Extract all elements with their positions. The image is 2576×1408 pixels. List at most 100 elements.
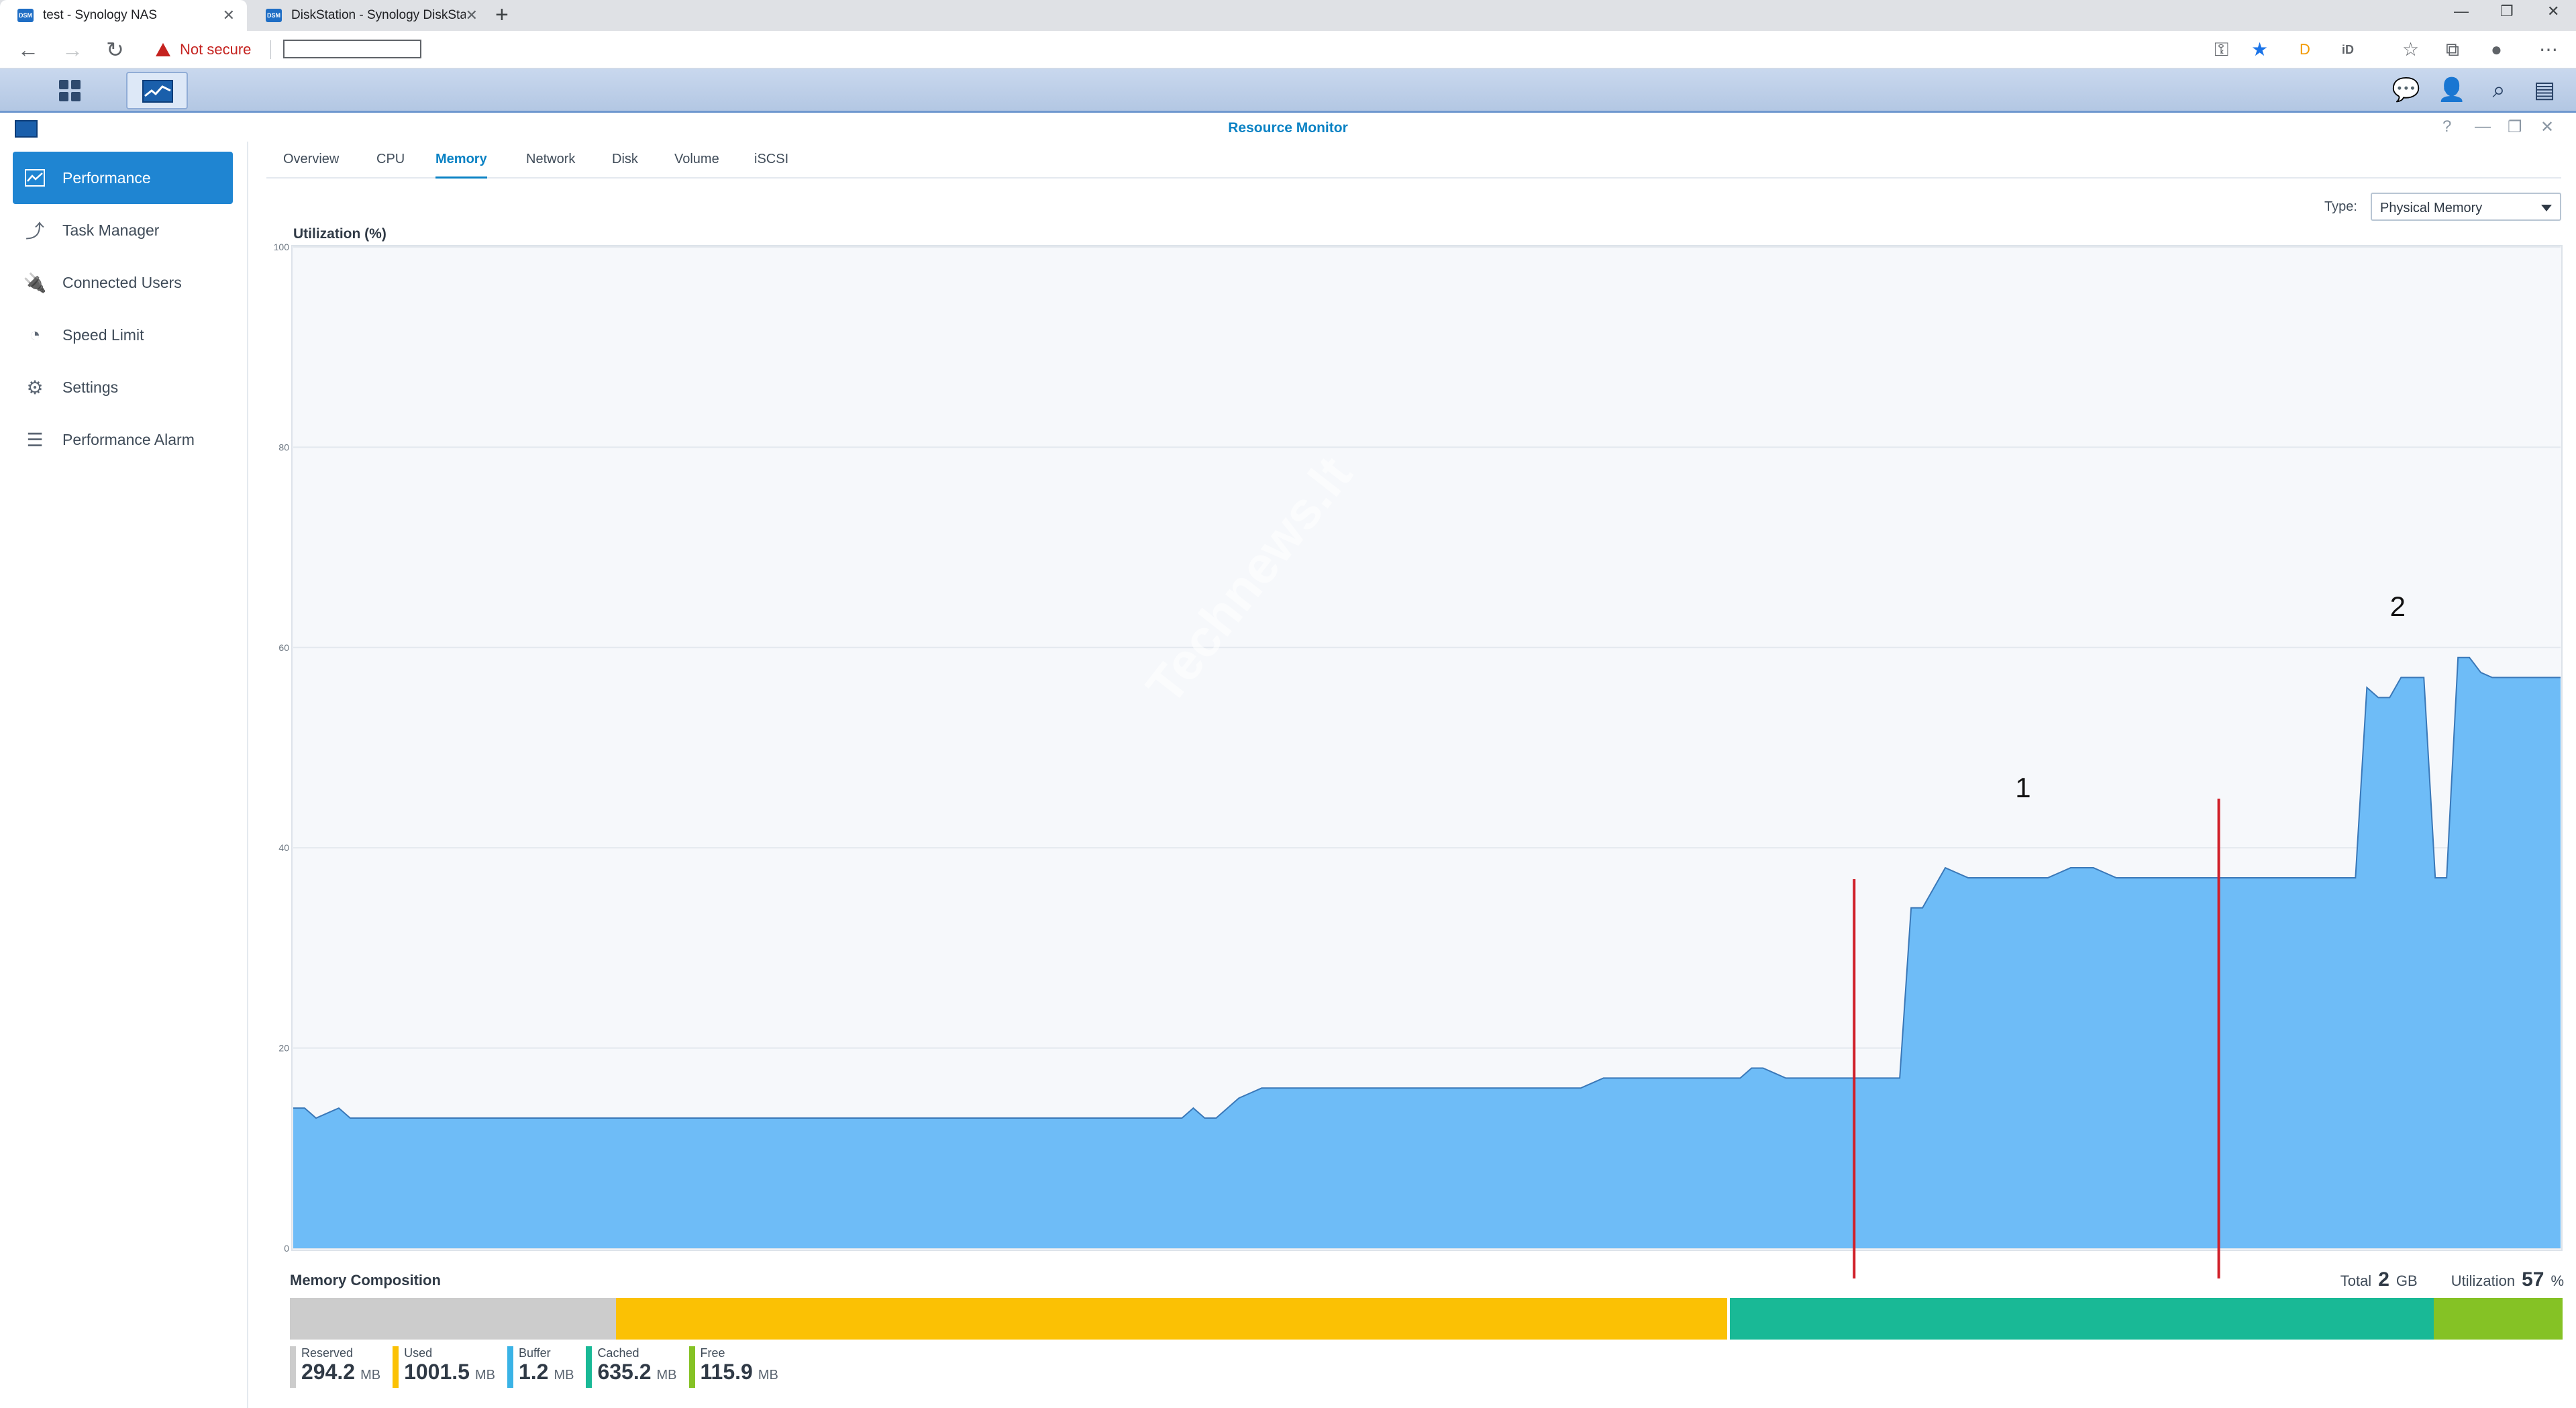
search-icon[interactable]: ⌕ [2485,77,2512,103]
browser-tab-title: DiskStation - Synology DiskStati [291,8,466,22]
warning-icon [156,43,170,56]
minimize-icon[interactable]: — [2475,117,2491,136]
reload-icon[interactable]: ↻ [106,35,124,64]
sidebar-item-settings[interactable]: ⚙ Settings [13,361,233,413]
browser-tab[interactable]: DSM DiskStation - Synology DiskStati ✕ [248,0,490,31]
close-window-icon[interactable]: ✕ [2547,3,2559,20]
extension-id-icon[interactable]: iD [2342,36,2354,63]
resource-monitor-taskbar-button[interactable] [126,72,188,109]
collections-icon[interactable]: ⧉ [2446,36,2459,63]
legend-unit: MB [656,1368,677,1382]
type-label: Type: [2324,199,2357,214]
sidebar-item-performance-alarm[interactable]: ☰ Performance Alarm [13,413,233,466]
tab-network[interactable]: Network [526,152,575,179]
utilization-label: Utilization [2451,1272,2516,1289]
legend-swatch [393,1346,399,1388]
browser-tab-bar: DSM test - Synology NAS ✕ DSM DiskStatio… [0,0,2576,31]
total-label: Total [2340,1272,2372,1289]
close-tab-icon[interactable]: ✕ [223,7,235,24]
segment-free [2434,1298,2563,1340]
help-icon[interactable]: ? [2442,117,2451,136]
back-icon[interactable]: ← [17,35,39,64]
sidebar-item-label: Connected Users [62,273,182,291]
legend-value: 1.2 [518,1360,549,1384]
memory-composition-title: Memory Composition [290,1272,441,1289]
new-tab-icon[interactable]: + [495,2,509,28]
restore-window-icon[interactable]: ❐ [2500,3,2514,20]
y-tick-label: 0 [284,1243,289,1254]
total-unit: GB [2395,1272,2418,1289]
browser-tab-title: test - Synology NAS [43,8,158,22]
legend-swatch [290,1346,296,1388]
sidebar-item-label: Performance Alarm [62,430,195,448]
tab-volume[interactable]: Volume [674,152,719,179]
window-title-bar: Resource Monitor ? — ❐ ✕ [0,115,2576,142]
favorites-icon[interactable]: ☆ [2402,36,2419,63]
main-menu-icon [59,80,81,101]
legend-name: Buffer [518,1346,551,1360]
legend-item-free: Free 115.9 MB [688,1346,778,1388]
memory-legend: Reserved 294.2 MB Used 1001.5 MB Buffer 1.2 MB Ca… [290,1346,790,1388]
legend-item-cached: Cached 635.2 MB [586,1346,677,1388]
main-menu-button[interactable] [39,72,101,109]
legend-name: Used [404,1346,433,1360]
tab-cpu[interactable]: CPU [376,152,405,179]
y-axis-label: Utilization (%) [293,226,387,242]
legend-unit: MB [474,1368,495,1382]
star-icon[interactable]: ★ [2251,36,2268,63]
memory-utilization-chart: 020406080100 12 [274,242,2563,1278]
memory-composition-bar [290,1298,2563,1340]
legend-name: Free [700,1346,725,1360]
legend-name: Reserved [301,1346,354,1360]
sidebar-item-connected-users[interactable]: 🔌 Connected Users [13,256,233,309]
y-tick-labels: 0 20 40 60 80 100 [274,242,290,1254]
profile-icon[interactable]: ● [2491,36,2502,63]
tab-iscsi[interactable]: iSCSI [754,152,788,179]
address-separator [270,40,271,59]
browser-tab-active[interactable]: DSM test - Synology NAS ✕ [0,0,247,31]
y-tick-label: 80 [278,442,289,452]
sidebar-item-label: Task Manager [62,221,160,239]
sidebar-item-task-manager[interactable]: ⤴ Task Manager [13,204,233,256]
tab-overview[interactable]: Overview [283,152,339,179]
type-select-value: Physical Memory [2380,201,2483,215]
dsm-favicon-icon: DSM [266,9,282,22]
sidebar-item-performance[interactable]: Performance [13,152,233,204]
extension-d-icon[interactable]: D [2300,36,2310,63]
not-secure-label: Not secure [180,41,252,58]
type-select[interactable]: Physical Memory [2371,193,2561,221]
dsm-favicon-icon: DSM [17,9,34,22]
legend-unit: MB [554,1368,574,1382]
utilization-unit: % [2551,1272,2564,1289]
segment-reserved [290,1298,617,1340]
key-icon[interactable]: ⚿ [2214,36,2228,63]
plug-icon: 🔌 [23,272,47,293]
maximize-icon[interactable]: ❐ [2508,117,2522,137]
close-tab-icon[interactable]: ✕ [466,7,478,24]
list-icon: ☰ [26,429,44,450]
y-tick-label: 40 [278,842,289,853]
user-icon[interactable]: 👤 [2438,77,2466,103]
minimize-window-icon[interactable]: — [2454,3,2469,20]
widgets-icon[interactable]: ▤ [2531,77,2558,103]
legend-unit: MB [360,1368,381,1382]
sidebar: Performance ⤴ Task Manager 🔌 Connected U… [0,142,248,1408]
browser-address-bar: ← → ↻ Not secure ⚿ ★ D iD ☆ ⧉ ● ⋯ [0,31,2576,68]
close-icon[interactable]: ✕ [2540,117,2554,137]
legend-unit: MB [758,1368,778,1382]
memory-totals: Total 2 GB Utilization 57 % [2340,1268,2564,1291]
resource-monitor-icon [142,80,173,103]
task-manager-icon: ⤴ [25,221,44,242]
forward-icon[interactable]: → [62,35,83,64]
tab-memory[interactable]: Memory [435,152,487,179]
more-menu-icon[interactable]: ⋯ [2539,36,2558,63]
sidebar-item-label: Settings [62,378,119,396]
y-tick-label: 60 [278,642,289,653]
notifications-icon[interactable]: 💬 [2392,77,2420,103]
legend-item-reserved: Reserved 294.2 MB [290,1346,380,1388]
tab-disk[interactable]: Disk [612,152,638,179]
y-tick-label: 20 [278,1043,289,1054]
url-input[interactable] [283,40,421,58]
sidebar-item-speed-limit[interactable]: ◔ Speed Limit [13,309,233,361]
not-secure-indicator[interactable]: Not secure [156,39,251,60]
